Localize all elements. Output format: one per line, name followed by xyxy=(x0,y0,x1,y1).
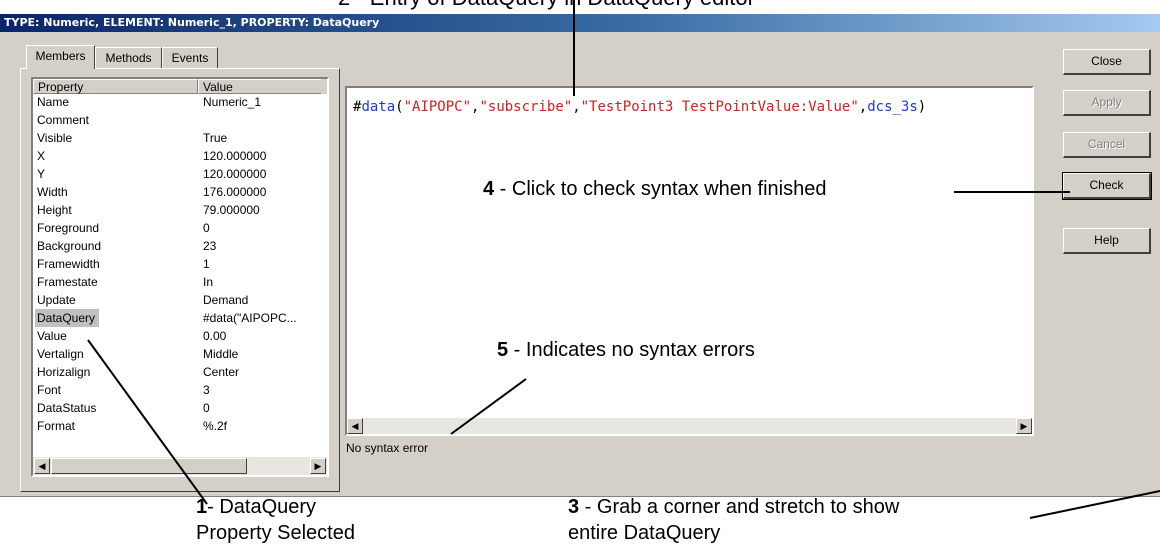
callout-line-5 xyxy=(450,378,527,435)
tab-members[interactable]: Members xyxy=(26,45,95,69)
callout-line-3 xyxy=(1029,490,1160,519)
callout-line-1 xyxy=(87,339,208,505)
callout-lines xyxy=(87,0,1160,519)
